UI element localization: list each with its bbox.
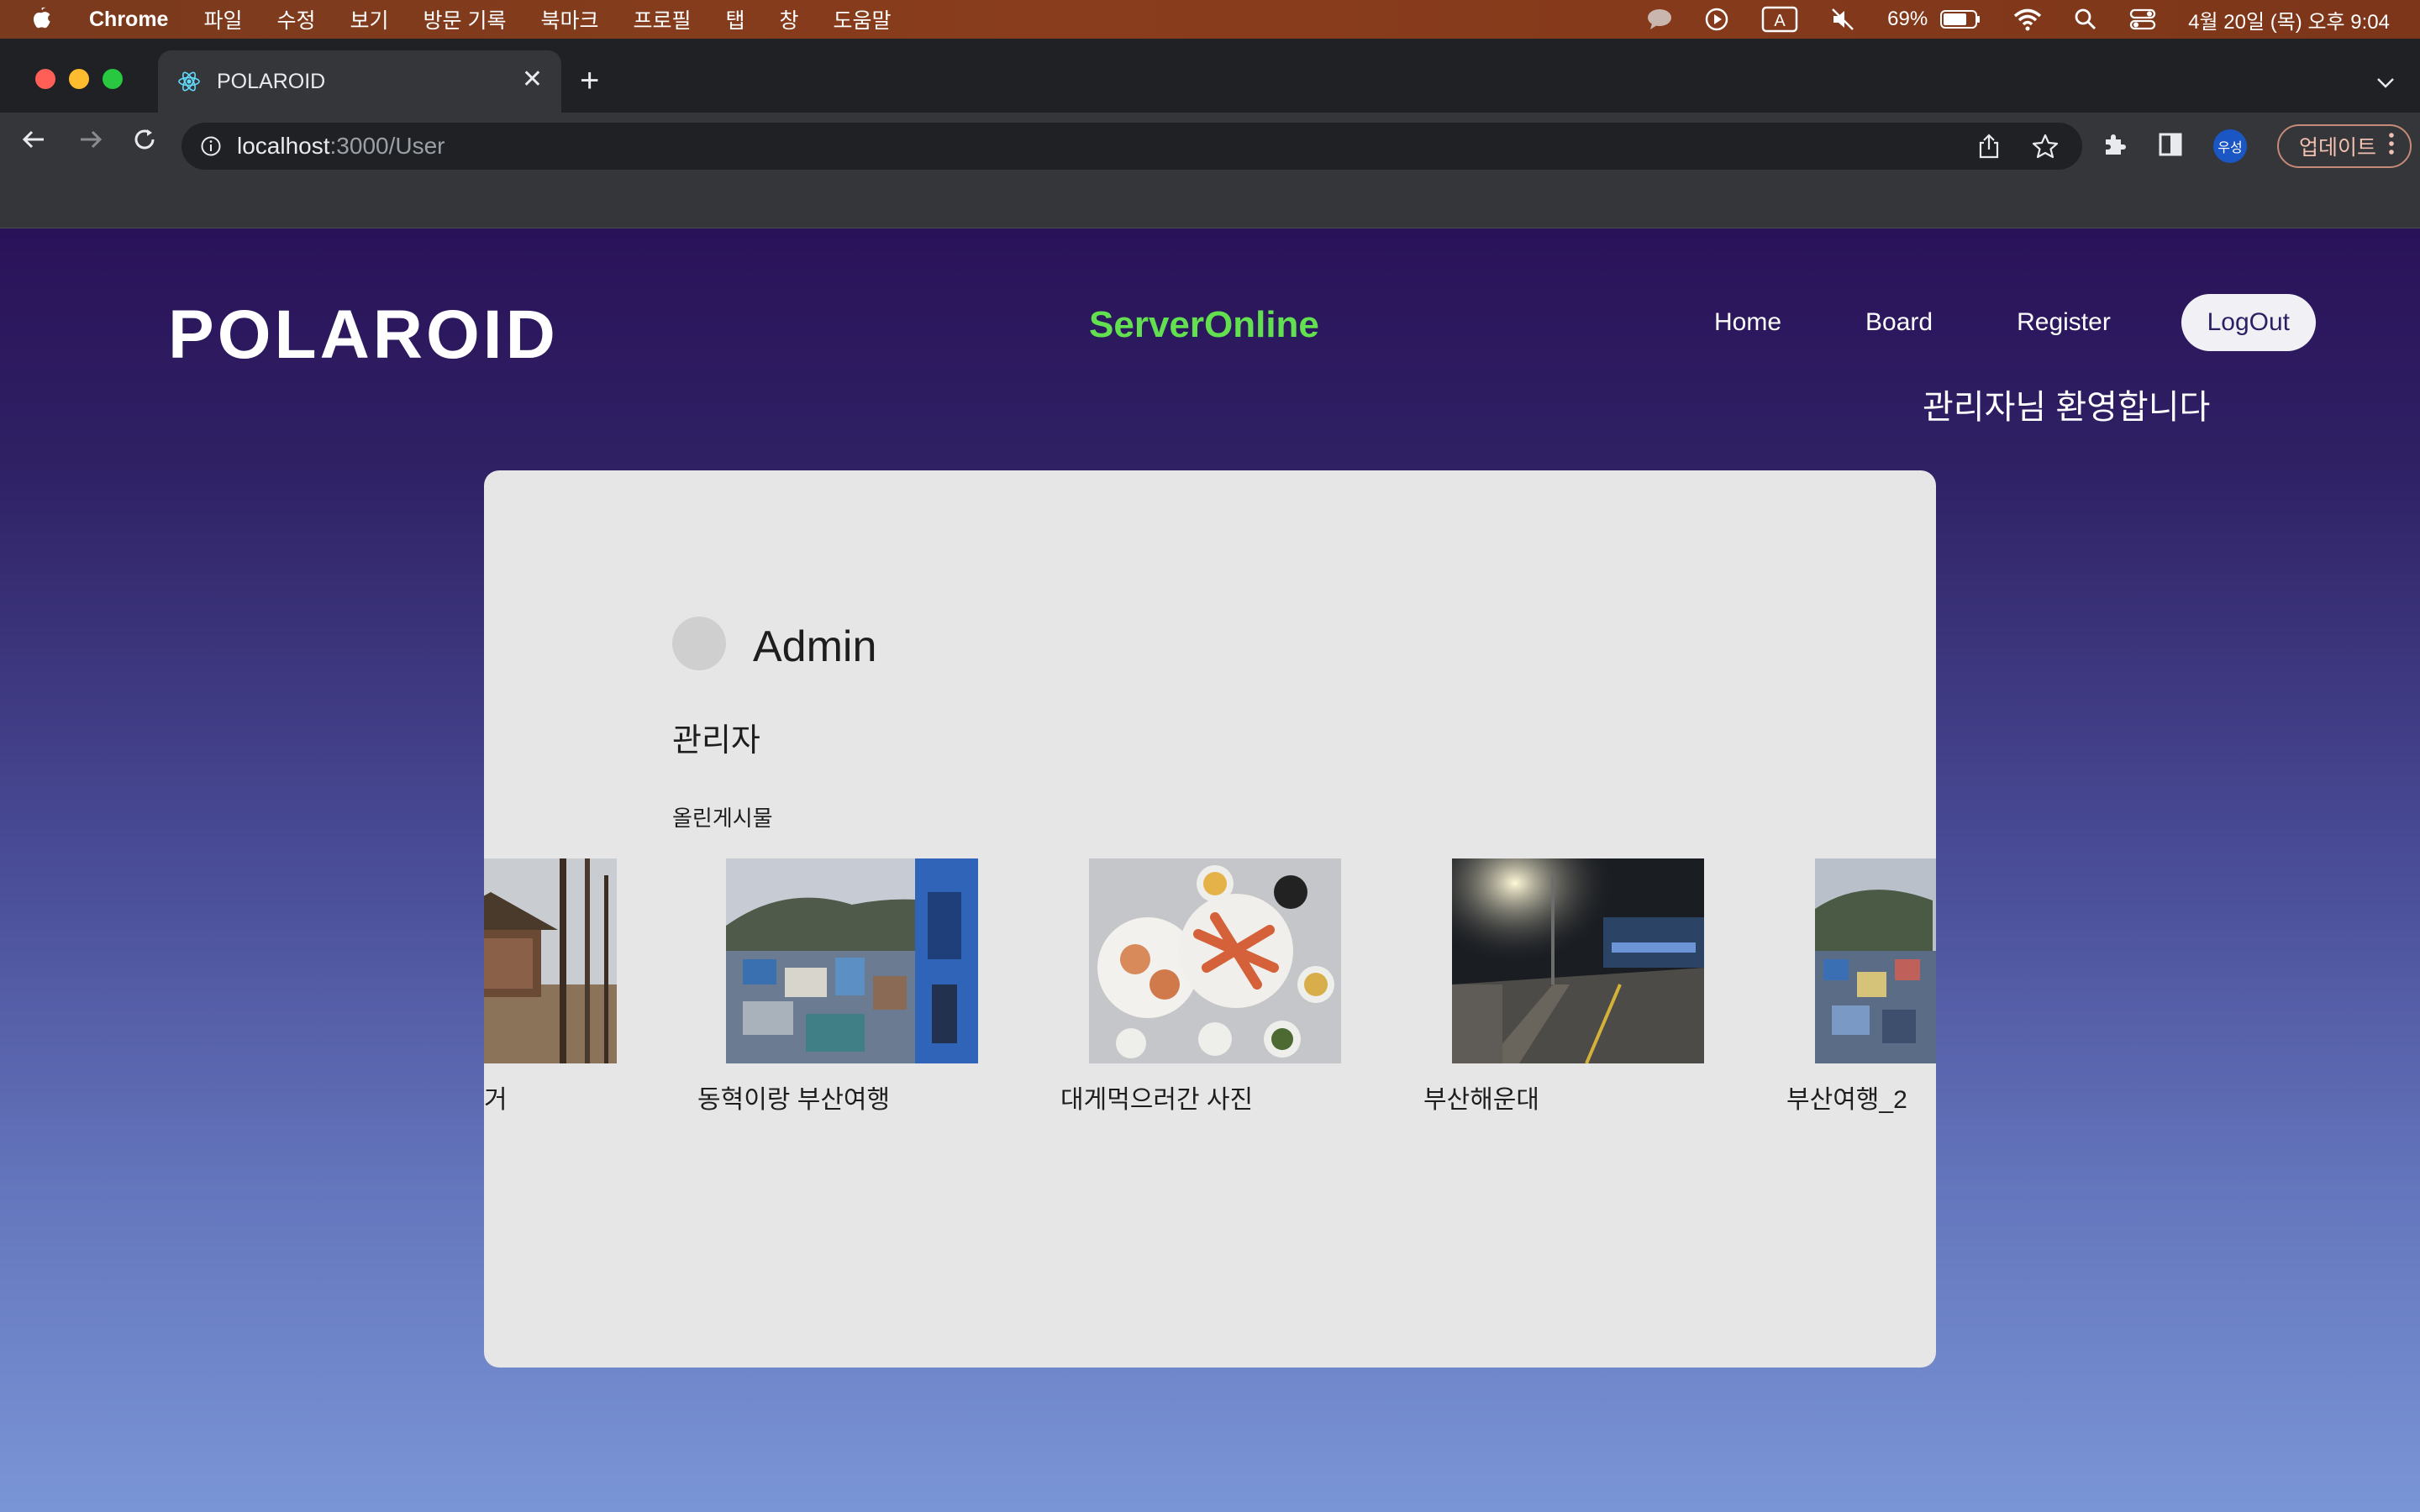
nav-home-link[interactable]: Home [1714, 308, 1781, 337]
update-label: 업데이트 [2299, 136, 2377, 160]
window-controls [35, 69, 123, 89]
welcome-message: 관리자님 환영합니다 [1923, 389, 2211, 426]
spotlight-search-icon[interactable] [2074, 8, 2097, 31]
post-caption: 거 [484, 1086, 508, 1114]
menu-view[interactable]: 보기 [350, 4, 389, 34]
menu-file[interactable]: 파일 [203, 4, 242, 34]
logout-button[interactable]: LogOut [2181, 294, 2316, 351]
react-favicon-icon [176, 69, 202, 94]
tab-title: POLAROID [217, 69, 326, 93]
post-thumbnail[interactable] [1815, 858, 1936, 1063]
user-avatar [672, 617, 726, 670]
more-options-icon[interactable] [2388, 132, 2395, 161]
posts-carousel[interactable]: 거 동혁이랑 부산여행 대게먹으러간 사진 부산해운대 부산여행_2 [484, 858, 1936, 1136]
share-icon[interactable] [1976, 133, 2002, 165]
post-caption: 부산해운대 [1423, 1086, 1539, 1114]
browser-toolbar: localhost:3000/User 우성 업데이트 [0, 113, 2420, 180]
post-thumbnail[interactable] [1452, 858, 1704, 1063]
menu-app-name[interactable]: Chrome [89, 8, 168, 32]
tab-search-chevron-icon[interactable] [2376, 69, 2395, 95]
menu-profiles[interactable]: 프로필 [633, 4, 691, 34]
menu-window[interactable]: 창 [780, 4, 799, 34]
main-nav: Home Board Register LogOut [1714, 294, 2316, 351]
site-info-icon[interactable] [200, 135, 222, 157]
close-window-button[interactable] [35, 69, 55, 89]
url-path: :3000/User [329, 133, 445, 159]
battery-icon[interactable] [1939, 8, 1981, 30]
post-thumbnail[interactable] [1089, 858, 1341, 1063]
address-bar[interactable]: localhost:3000/User [182, 123, 2082, 170]
menu-tab[interactable]: 탭 [726, 4, 745, 34]
svg-text:A: A [1774, 12, 1786, 30]
tab-strip: POLAROID ✕ + [0, 39, 2420, 113]
close-tab-icon[interactable]: ✕ [522, 67, 543, 92]
posts-section-label: 올린게시물 [672, 806, 773, 831]
update-button[interactable]: 업데이트 [2277, 124, 2412, 168]
zoom-window-button[interactable] [103, 69, 123, 89]
browser-window: POLAROID ✕ + localhost:3000/User 우성 업데이… [0, 39, 2420, 228]
wifi-icon[interactable] [2013, 8, 2042, 31]
menu-edit[interactable]: 수정 [276, 4, 315, 34]
post-card[interactable]: 대게먹으러간 사진 [1060, 858, 1341, 1114]
side-panel-icon[interactable] [2158, 132, 2183, 161]
menu-history[interactable]: 방문 기록 [424, 4, 507, 34]
menu-bookmarks[interactable]: 북마크 [540, 4, 598, 34]
profile-avatar[interactable]: 우성 [2213, 129, 2247, 163]
minimize-window-button[interactable] [69, 69, 89, 89]
mute-icon[interactable] [1830, 7, 1855, 32]
forward-arrow-icon[interactable] [77, 126, 104, 160]
macos-menubar: Chrome 파일 수정 보기 방문 기록 북마크 프로필 탭 창 도움말 A … [0, 0, 2420, 39]
control-center-icon[interactable] [2129, 8, 2156, 31]
post-card[interactable]: 부산여행_2 [1786, 858, 1936, 1114]
post-thumbnail[interactable] [726, 858, 978, 1063]
reload-icon[interactable] [131, 126, 158, 160]
new-tab-icon[interactable]: + [580, 64, 599, 97]
server-status: ServerOnline [1089, 304, 1319, 345]
post-caption: 부산여행_2 [1786, 1086, 1907, 1114]
site-logo[interactable]: POLAROID [168, 296, 559, 375]
menu-help[interactable]: 도움말 [834, 4, 892, 34]
url-host: localhost [237, 133, 330, 159]
bookmark-star-icon[interactable] [2032, 133, 2059, 165]
play-icon[interactable] [1704, 7, 1729, 32]
post-card[interactable]: 동혁이랑 부산여행 [697, 858, 978, 1114]
extensions-puzzle-icon[interactable] [2101, 131, 2128, 162]
user-name: Admin [753, 622, 877, 671]
menubar-clock[interactable]: 4월 20일 (목) 오후 9:04 [2188, 5, 2390, 34]
page-content: POLAROID ServerOnline Home Board Registe… [0, 228, 2420, 1512]
post-card[interactable]: 거 [484, 858, 617, 1114]
nav-register-link[interactable]: Register [2017, 308, 2111, 337]
battery-percent: 69% [1887, 8, 1928, 30]
browser-tab-active[interactable]: POLAROID ✕ [158, 50, 561, 113]
post-card[interactable]: 부산해운대 [1423, 858, 1704, 1114]
message-icon[interactable] [1647, 8, 1672, 30]
post-caption: 동혁이랑 부산여행 [697, 1086, 891, 1114]
post-caption: 대게먹으러간 사진 [1060, 1086, 1254, 1114]
post-thumbnail[interactable] [484, 858, 617, 1063]
bookmark-bar [0, 180, 2420, 228]
profile-card: Admin 관리자 올린게시물 거 동혁이랑 부산여행 대게먹으러간 사진 부산… [484, 470, 1936, 1368]
input-method-icon[interactable]: A [1761, 6, 1798, 33]
back-arrow-icon[interactable] [20, 126, 47, 160]
user-role: 관리자 [672, 723, 760, 759]
nav-board-link[interactable]: Board [1865, 308, 1933, 337]
apple-icon[interactable] [30, 6, 59, 33]
